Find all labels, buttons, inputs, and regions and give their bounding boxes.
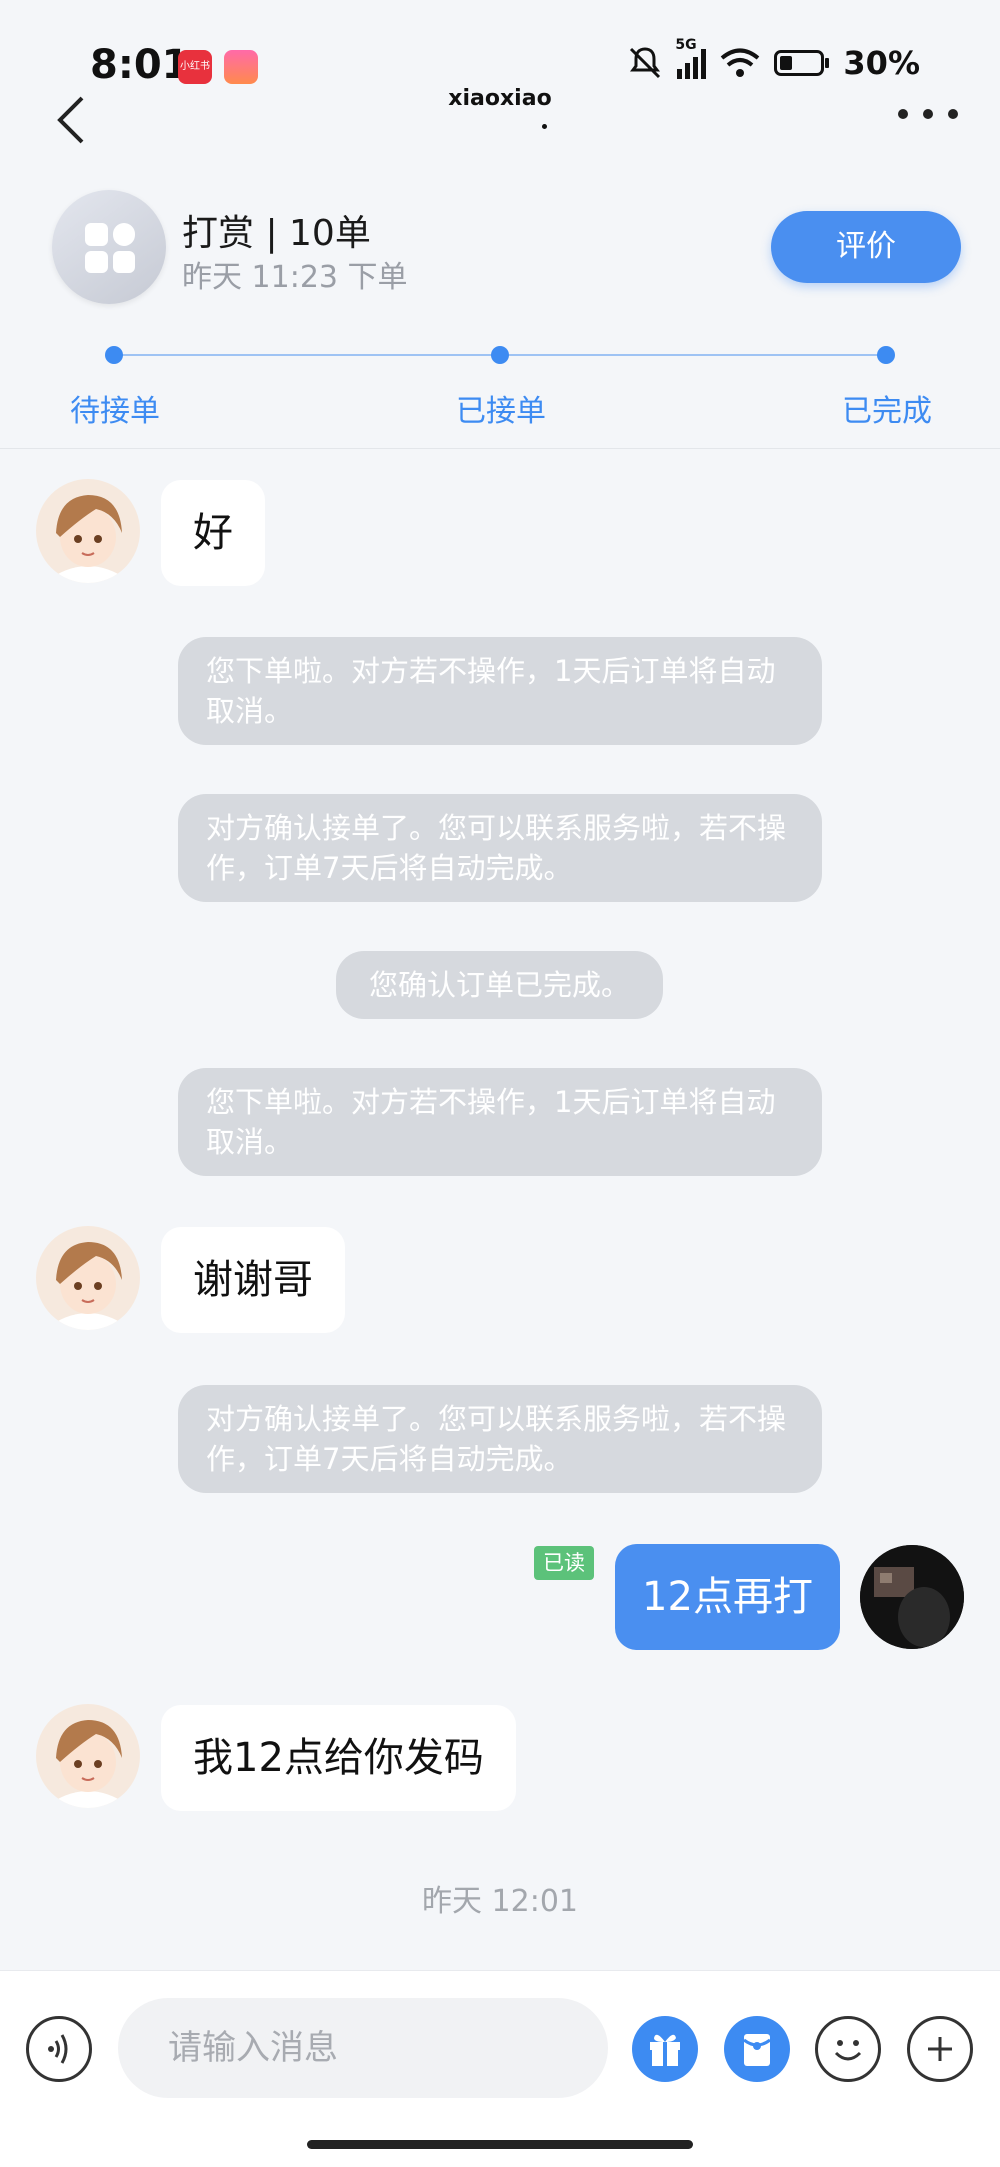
title-dot [542, 124, 547, 129]
plus-icon[interactable] [907, 2016, 973, 2082]
avatar[interactable] [36, 1226, 140, 1330]
red-packet-icon[interactable] [724, 2016, 790, 2082]
system-message: 对方确认接单了。您可以联系服务啦，若不操作，订单7天后将自动完成。 [178, 794, 822, 902]
system-message: 您下单啦。对方若不操作，1天后订单将自动取消。 [178, 1068, 822, 1176]
chat-title: xiaoxiao [448, 86, 552, 111]
progress-label-accepted: 已接单 [456, 394, 546, 429]
battery-percent: 30% [843, 44, 920, 82]
avatar[interactable] [36, 1704, 140, 1808]
message-bubble-incoming[interactable]: 好 [161, 480, 265, 586]
status-time: 8:01 [90, 42, 190, 88]
mute-icon [630, 47, 661, 79]
progress-dot-accepted [491, 346, 509, 364]
progress-dot-pending [105, 346, 123, 364]
home-indicator[interactable] [307, 2140, 693, 2149]
read-receipt-badge: 已读 [534, 1546, 594, 1580]
progress-label-pending: 待接单 [70, 394, 160, 429]
progress-dot-completed [877, 346, 895, 364]
battery-icon [774, 50, 825, 76]
order-time: 昨天 11:23 下单 [182, 260, 408, 295]
wifi-icon [721, 48, 760, 77]
xiaohongshu-app-icon: 小红书 [178, 50, 212, 84]
message-bubble-outgoing[interactable]: 12点再打 [615, 1544, 840, 1650]
signal-icon: 5G [675, 37, 707, 79]
notification-app-icon [224, 50, 258, 84]
emoji-icon[interactable] [815, 2016, 881, 2082]
system-message: 您确认订单已完成。 [336, 951, 663, 1019]
order-title: 打赏 | 10单 [182, 213, 371, 254]
status-indicators: 5G 30% [627, 37, 920, 82]
review-button[interactable]: 评价 [771, 211, 961, 283]
voice-icon[interactable] [26, 2016, 92, 2082]
app-badge-label: 小红书 [180, 61, 210, 72]
message-timestamp: 昨天 12:01 [422, 1884, 578, 1919]
message-bubble-incoming[interactable]: 谢谢哥 [161, 1227, 345, 1333]
message-input[interactable] [118, 1998, 608, 2098]
gift-icon[interactable] [632, 2016, 698, 2082]
system-message: 对方确认接单了。您可以联系服务啦，若不操作，订单7天后将自动完成。 [178, 1385, 822, 1493]
order-service-icon [52, 190, 166, 304]
network-label: 5G [675, 37, 697, 53]
header-divider [0, 448, 1000, 449]
self-avatar[interactable] [860, 1545, 964, 1649]
progress-label-completed: 已完成 [842, 394, 932, 429]
more-icon[interactable] [898, 104, 958, 124]
avatar[interactable] [36, 479, 140, 583]
system-message: 您下单啦。对方若不操作，1天后订单将自动取消。 [178, 637, 822, 745]
message-bubble-incoming[interactable]: 我12点给你发码 [161, 1705, 516, 1811]
